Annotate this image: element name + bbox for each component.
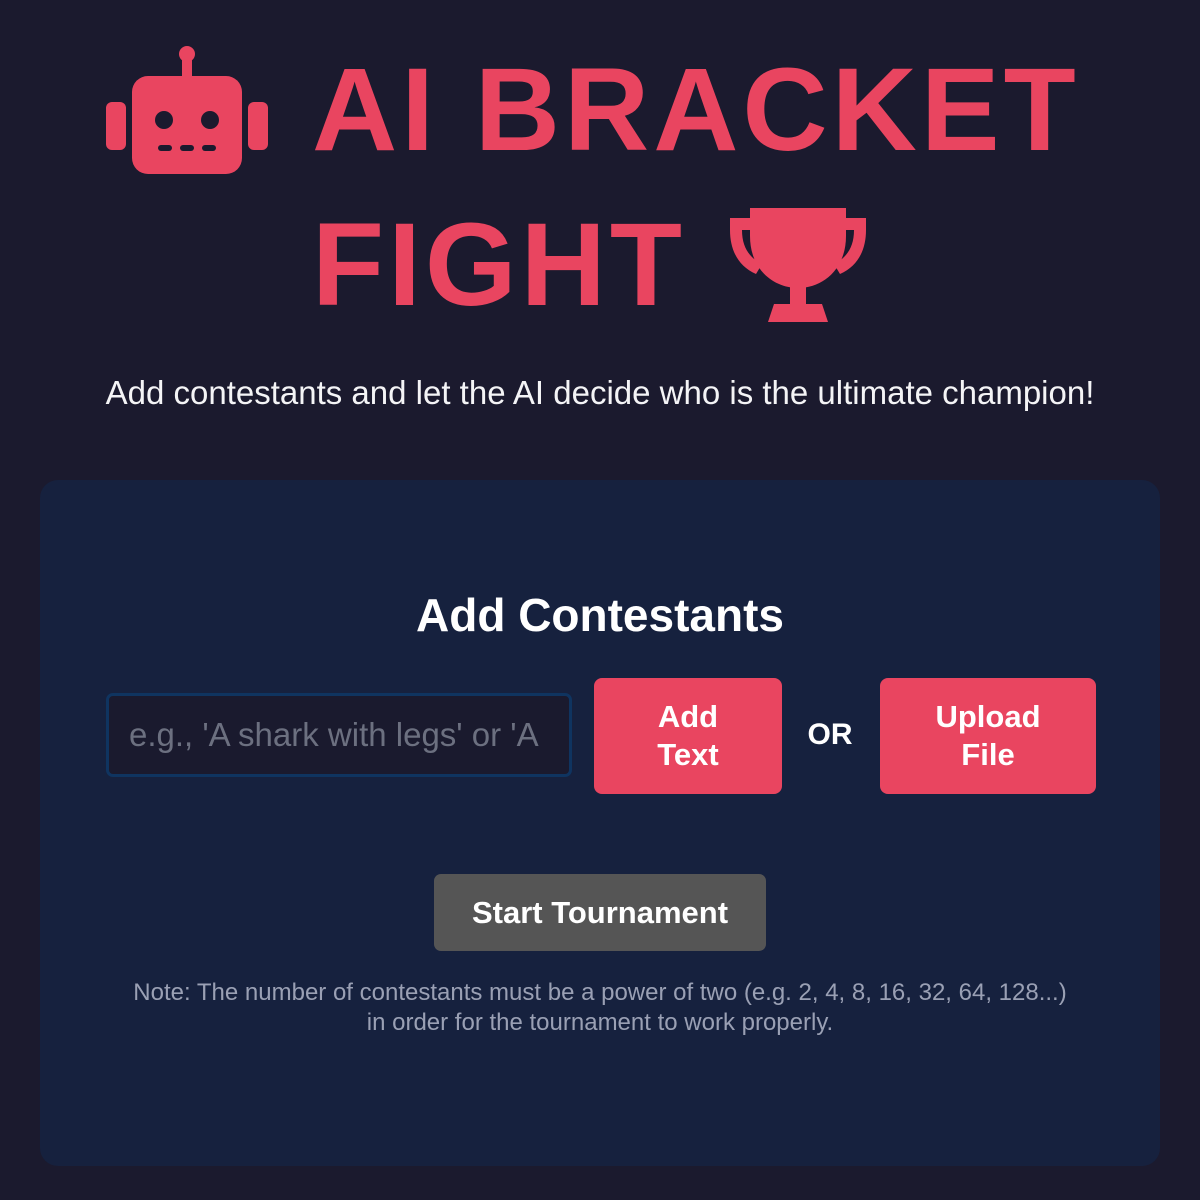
power-of-two-note: Note: The number of contestants must be … [80, 978, 1120, 1038]
page-header: AI BRACKET FIGHT Add contestants and let… [0, 0, 1200, 411]
title-line-2: FIGHT [312, 200, 872, 330]
upload-file-button[interactable]: Upload File [880, 678, 1096, 794]
upload-file-button-label: Upload File [935, 699, 1041, 772]
contestant-input[interactable] [129, 716, 549, 754]
note-line-2: in order for the tournament to work prop… [366, 1009, 834, 1036]
title-line-1: AI BRACKET [106, 40, 1080, 180]
add-text-button-label: Add Text [657, 699, 719, 772]
start-tournament-button-label: Start Tournament [471, 894, 729, 930]
or-separator: OR [807, 718, 853, 751]
add-contestants-card: Add Contestants Add Text OR Upload File … [40, 480, 1160, 1166]
trophy-icon [729, 208, 866, 322]
title-text-line-1: AI BRACKET [312, 44, 1080, 176]
contestant-input-wrapper [106, 693, 572, 777]
note-line-1: Note: The number of contestants must be … [133, 979, 1067, 1006]
page-subtitle: Add contestants and let the AI decide wh… [105, 374, 1095, 411]
card-title: Add Contestants [416, 589, 784, 641]
title-text-line-2: FIGHT [312, 199, 686, 331]
start-tournament-button[interactable]: Start Tournament [434, 874, 766, 951]
robot-icon [106, 46, 268, 174]
add-text-button[interactable]: Add Text [594, 678, 782, 794]
